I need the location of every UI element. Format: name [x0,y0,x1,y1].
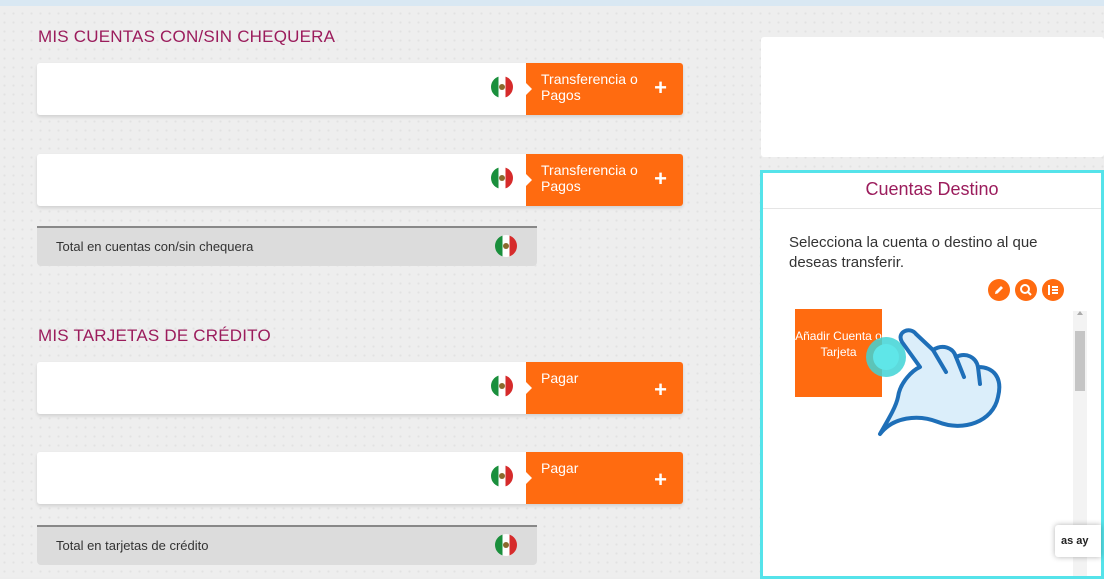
mexico-flag-icon [495,534,517,556]
accounts-section-title: MIS CUENTAS CON/SIN CHEQUERA [38,27,336,46]
pay-button[interactable]: Pagar + [525,452,683,504]
destination-panel-description: Selecciona la cuenta o destino al que de… [789,234,1038,271]
account-row[interactable]: Transferencia o Pagos + [37,63,683,115]
move-plus-icon: + [654,467,667,492]
top-border [0,0,1104,6]
destination-panel-title: Cuentas Destino [763,173,1101,209]
mexico-flag-icon [491,167,513,189]
list-icon[interactable] [1042,279,1064,301]
tap-hand-icon [866,328,1002,436]
transfer-payment-button[interactable]: Transferencia o Pagos + [525,154,683,206]
action-label: Transferencia o Pagos [541,162,638,194]
scroll-thumb[interactable] [1075,331,1085,391]
move-plus-icon: + [654,75,667,100]
accounts-total-label: Total en cuentas con/sin chequera [56,239,254,254]
accounts-total-row: Total en cuentas con/sin chequera [37,226,537,266]
pencil-icon[interactable] [988,279,1010,301]
action-label: Pagar [541,370,579,386]
search-icon[interactable] [1015,279,1037,301]
account-row[interactable]: Transferencia o Pagos + [37,154,683,206]
cards-total-row: Total en tarjetas de crédito [37,525,537,565]
pay-button[interactable]: Pagar + [525,362,683,414]
chat-help-text: as ay [1061,535,1089,547]
scroll-up-arrow-icon[interactable] [1077,311,1083,315]
action-label: Transferencia o Pagos [541,71,638,103]
cards-section-title: MIS TARJETAS DE CRÉDITO [38,326,271,345]
mexico-flag-icon [495,235,517,257]
chat-help-widget[interactable]: as ay [1055,525,1101,557]
card-row[interactable]: Pagar + [37,362,683,414]
move-plus-icon: + [654,377,667,402]
action-label: Pagar [541,460,579,476]
move-plus-icon: + [654,166,667,191]
mexico-flag-icon [491,375,513,397]
mexico-flag-icon [491,465,513,487]
mexico-flag-icon [491,76,513,98]
cards-total-label: Total en tarjetas de crédito [56,538,209,553]
transfer-payment-button[interactable]: Transferencia o Pagos + [525,63,683,115]
account-summary-card [761,37,1104,157]
card-row[interactable]: Pagar + [37,452,683,504]
